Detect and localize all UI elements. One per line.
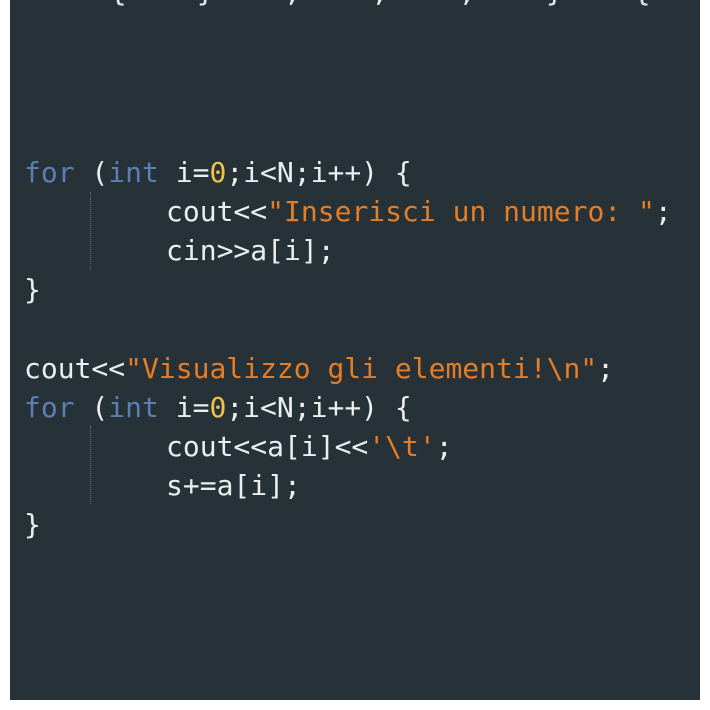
code-token: } <box>24 508 41 541</box>
code-line-cout3[interactable]: cout<<a[i]<<'\t'; <box>24 427 672 466</box>
code-line-cout1[interactable]: cout<<"Inserisci un numero: "; <box>24 192 672 231</box>
code-line-for1[interactable]: for (int i=0;i<N;i++) { <box>24 153 672 192</box>
code-token: int <box>108 391 159 424</box>
code-token: cout<< <box>24 352 126 385</box>
code-token: 0 <box>209 391 227 424</box>
code-line-for2[interactable]: for (int i=0;i<N;i++) { <box>24 388 672 427</box>
code-token: i= <box>158 391 210 424</box>
code-line-close2[interactable]: } <box>24 505 672 544</box>
code-token: i= <box>158 156 210 189</box>
code-line-close1[interactable]: } <box>24 270 672 309</box>
code-token: } <box>24 273 41 306</box>
code-token: for <box>24 156 75 189</box>
code-token: ; <box>435 430 453 463</box>
code-token: ( <box>74 156 109 189</box>
code-area[interactable]: for (int i=0;i<N;i++) {cout<<"Inserisci … <box>24 153 672 544</box>
code-token: cin>>a[i]; <box>166 234 335 267</box>
code-line-sum1[interactable]: s+=a[i]; <box>24 466 672 505</box>
code-token: ; <box>597 352 615 385</box>
code-token: ; <box>654 195 672 228</box>
code-line-blank1[interactable] <box>24 309 672 349</box>
code-token: cout<< <box>166 195 268 228</box>
code-token: "Inserisci un numero: " <box>267 195 655 228</box>
code-token: '\t' <box>368 430 436 463</box>
code-token: "Visualizzo gli elementi!\n" <box>125 352 598 385</box>
code-line-cout2[interactable]: cout<<"Visualizzo gli elementi!\n"; <box>24 349 672 388</box>
code-token: s+=a[i]; <box>166 469 301 502</box>
code-token: cout<<a[i]<< <box>166 430 369 463</box>
code-editor[interactable]: { } , ; , } { for (int i=0;i<N;i++) {cou… <box>10 0 700 700</box>
code-token: ( <box>74 391 109 424</box>
code-token: for <box>24 391 75 424</box>
code-line-cin1[interactable]: cin>>a[i]; <box>24 231 672 270</box>
code-token: 0 <box>209 156 227 189</box>
code-token: ;i<N;i++) { <box>226 156 412 189</box>
code-token: ;i<N;i++) { <box>226 391 412 424</box>
code-token: int <box>108 156 159 189</box>
clipped-code-line: { } , ; , } { <box>22 0 650 14</box>
